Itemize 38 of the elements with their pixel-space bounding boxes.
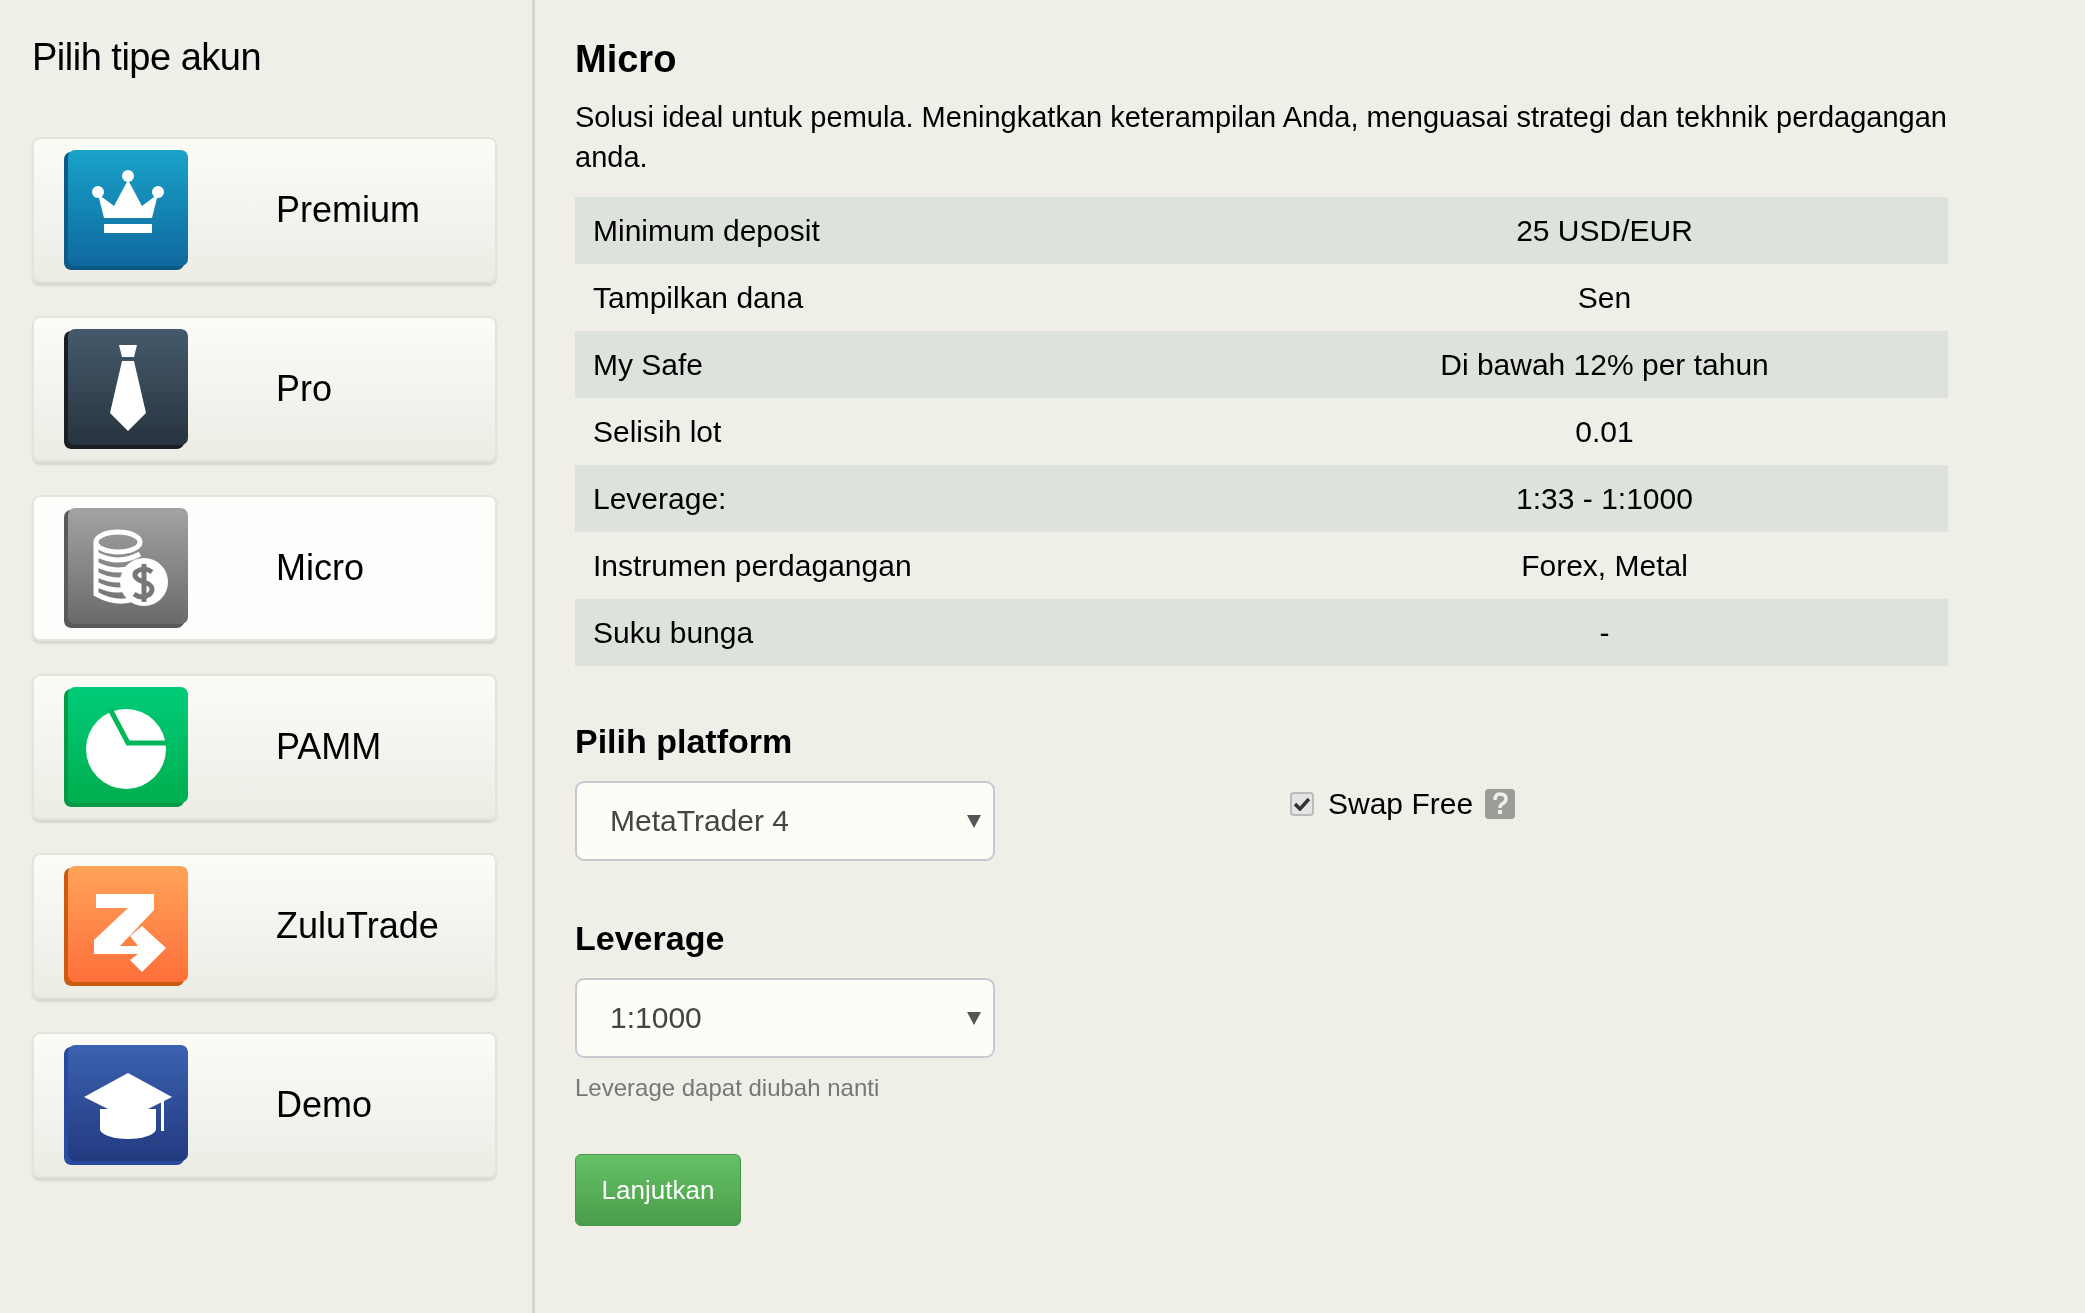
pie-chart-icon [64, 687, 188, 807]
account-description: Solusi ideal untuk pemula. Meningkatkan keterampilan Anda, menguasai strategi dan tekhnik perdagangan anda. [575, 100, 1948, 175]
account-type-card[interactable]: Pro [32, 316, 497, 462]
row-value: 1:33 - 1:1000 [1515, 481, 1694, 516]
coins-icon [64, 508, 188, 628]
row-value: Sen [1576, 280, 1633, 315]
row-value: Forex, Metal [1520, 548, 1689, 583]
row-label: Selisih lot [592, 414, 723, 449]
row-label: Suku bunga [592, 615, 755, 650]
row-label: Tampilkan dana [592, 280, 805, 315]
graduation-cap-icon [64, 1045, 188, 1165]
row-value: Di bawah 12% per tahun [1439, 347, 1770, 382]
caret-icon [967, 814, 981, 828]
section-heading: Pilih platform [575, 722, 794, 761]
checkbox-label: Swap Free [1328, 787, 1474, 821]
hint-text: Leverage dapat diubah nanti [575, 1074, 881, 1102]
account-type-card[interactable]: PAMM [32, 674, 497, 820]
row-label: My Safe [592, 347, 705, 382]
row-label: Leverage: [592, 481, 728, 516]
account-type-card[interactable]: Micro [32, 495, 497, 641]
checkbox[interactable] [1290, 792, 1314, 816]
account-type-card[interactable]: Demo [32, 1032, 497, 1178]
row-value: - [1598, 615, 1611, 650]
dropdown[interactable]: MetaTrader 4 [575, 781, 995, 861]
section-heading: Leverage [575, 919, 726, 958]
dropdown[interactable]: 1:1000 [575, 978, 995, 1058]
z-arrow-icon [64, 866, 188, 986]
row-label: Instrumen perdagangan [592, 548, 913, 583]
row-value: 0.01 [1574, 414, 1635, 449]
row-label: Minimum deposit [592, 213, 821, 248]
account-type-card[interactable]: Premium [32, 137, 497, 283]
account-type-card[interactable]: ZuluTrade [32, 853, 497, 999]
necktie-icon [64, 329, 188, 449]
crown-icon [64, 150, 188, 270]
sidebar-title: Pilih tipe akun [32, 36, 263, 79]
account-title: Micro [575, 38, 678, 81]
caret-icon [967, 1011, 981, 1025]
row-value: 25 USD/EUR [1515, 213, 1694, 248]
